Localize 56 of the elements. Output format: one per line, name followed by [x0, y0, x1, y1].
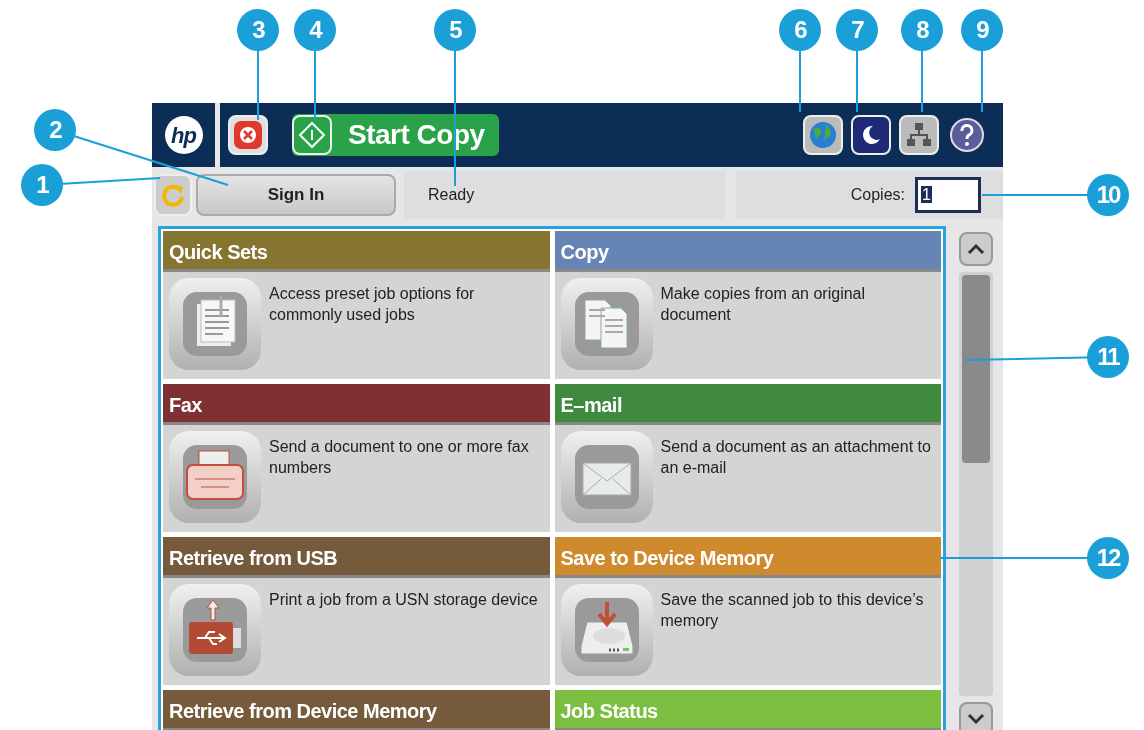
hard-drive-icon — [560, 584, 653, 676]
menu-tile[interactable]: E–mail Send a document as an attachment to an e-mail — [554, 384, 941, 532]
copies-label: Copies: — [850, 184, 905, 205]
callout-number: 12 — [1087, 537, 1129, 579]
tile-title: Copy — [554, 231, 941, 272]
callout-number: 8 — [901, 9, 943, 51]
tile-title: Fax — [163, 384, 550, 425]
callout-number: 4 — [294, 9, 336, 51]
moon-button[interactable] — [851, 115, 891, 155]
callout-number: 5 — [434, 9, 476, 51]
documents-icon — [560, 278, 653, 370]
fax-machine-icon — [169, 431, 261, 523]
menu-tile[interactable]: Retrieve from USB Print a job from a USN storage device — [163, 537, 550, 685]
menu-tile[interactable]: Fax Send a document to one or more fax numbers — [163, 384, 550, 532]
envelope-icon — [560, 431, 653, 523]
globe-icon — [808, 120, 838, 150]
scroll-down-button[interactable] — [959, 702, 993, 730]
help-button[interactable] — [947, 115, 987, 155]
menu-tile[interactable]: Quick Sets Access preset job options for commonly used jobs — [163, 231, 550, 379]
logo: hp — [164, 116, 203, 154]
callout-number: 7 — [836, 9, 878, 51]
status-text: Ready — [404, 170, 726, 219]
callout-number: 3 — [237, 9, 279, 51]
tile-description: Send a document to one or more fax numbers — [269, 437, 530, 478]
tile-description: Save the scanned job to this device’s memory — [660, 590, 925, 631]
callout-number: 11 — [1087, 336, 1129, 378]
scrollbar-thumb[interactable] — [962, 275, 990, 463]
tile-title: Quick Sets — [163, 231, 550, 272]
tile-description: Access preset job options for commonly used jobs — [269, 284, 476, 325]
clipboard-icon — [169, 278, 261, 370]
usb-drive-icon — [169, 584, 261, 676]
callout-number: 10 — [1087, 174, 1129, 216]
tile-title: E–mail — [554, 384, 941, 425]
start-icon — [298, 121, 326, 149]
tile-description: Print a job from a USN storage device — [269, 590, 538, 610]
callout-number: 9 — [961, 9, 1003, 51]
globe-button[interactable] — [803, 115, 843, 155]
tile-description: Send a document as an attachment to an e-mail — [660, 437, 932, 478]
menu-tile[interactable]: Retrieve from Device Memory — [163, 690, 550, 730]
close-icon — [233, 120, 263, 150]
chevron-down-icon — [966, 712, 986, 726]
network-button[interactable] — [899, 115, 939, 155]
scroll-up-button[interactable] — [959, 232, 993, 266]
help-icon — [950, 118, 984, 152]
stop-button[interactable] — [228, 115, 268, 155]
copies-field[interactable]: 1 — [915, 176, 981, 213]
sign-in-button[interactable]: Sign In — [196, 173, 396, 216]
callout-number: 1 — [21, 164, 63, 206]
callout-number: 2 — [34, 109, 76, 151]
menu-tile[interactable]: Copy Make copies from an original document — [554, 231, 941, 379]
chevron-up-icon — [966, 242, 986, 256]
menu-tile[interactable]: Save to Device Memory Save the scanned job to this device’s memory — [554, 537, 941, 685]
tile-title: Retrieve from USB — [163, 537, 550, 578]
tile-description: Make copies from an original document — [660, 284, 867, 325]
callout-number: 6 — [779, 9, 821, 51]
tile-title: Save to Device Memory — [554, 537, 941, 578]
